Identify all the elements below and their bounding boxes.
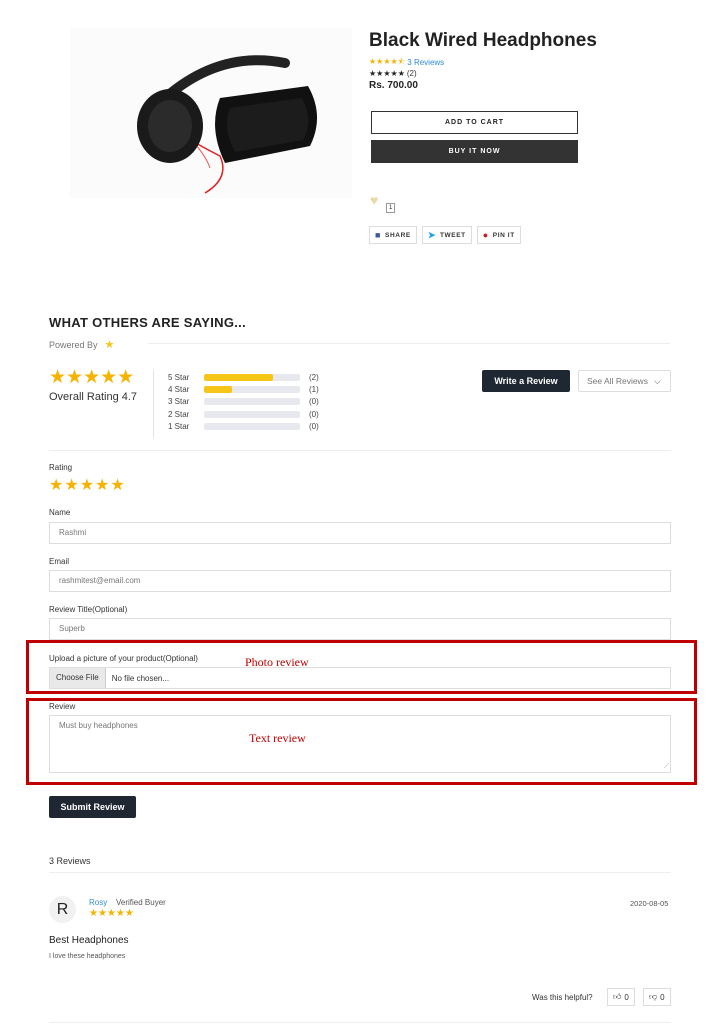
bar-label: 5 Star [168,372,190,382]
buy-now-button[interactable]: BUY IT NOW [371,140,578,163]
bar-label: 2 Star [168,409,190,419]
social-share: ■ SHARE ➤ TWEET ● PIN IT [369,226,521,244]
share-label: SHARE [385,231,411,239]
avatar: R [49,896,76,923]
thumbs-up-button[interactable]: 👍︎ 0 [607,988,635,1006]
rating-bar-row: 5 Star (2) [168,371,319,383]
divider [49,450,671,451]
bar-track [204,422,300,430]
overall-rating: Overall Rating 4.7 [49,391,138,403]
bar-label: 3 Star [168,397,190,407]
rating-bar-row: 3 Star (0) [168,396,319,408]
headphones-image [70,28,352,198]
review-date: 2020-08-05 [630,899,669,908]
bar-count: (0) [309,421,319,431]
bar-count: (1) [309,384,319,394]
divider [153,370,154,438]
facebook-icon: ■ [375,230,382,240]
tweet-label: TWEET [439,231,466,239]
email-field[interactable]: rashmitest@email.com [49,570,671,592]
divider [49,872,671,873]
bar-label: 1 Star [168,421,190,431]
verified-buyer-badge: Verified Buyer [116,898,166,907]
bar-label: 4 Star [168,384,190,394]
powered-by: Powered By ★ [49,338,114,351]
downvote-count: 0 [660,992,665,1002]
bar-fill [204,373,274,381]
upvote-count: 0 [624,992,629,1002]
bar-fill [204,385,232,393]
overall-stars: ★★★★★ [49,367,135,388]
rating-stars: ★★★★⯪ [369,57,406,66]
rating-breakdown: 5 Star (2) 4 Star (1) 3 Star (0) 2 Star … [168,371,319,432]
twitter-share-button[interactable]: ➤ TWEET [421,226,472,244]
twitter-icon: ➤ [427,229,436,240]
review-title-label: Review Title(Optional) [49,605,128,614]
text-review-annotation [26,698,697,785]
name-field[interactable]: Rashmi [49,522,671,544]
rating-count: (2) [406,68,417,78]
wishlist-count: 1 [386,203,396,213]
chevron-down-icon: ⌵ [653,375,661,386]
rating-bar-row: 4 Star (1) [168,383,319,395]
powered-by-label: Powered By [49,339,98,350]
rating-label: Rating [49,463,73,472]
product-price: Rs. 700.00 [369,80,418,91]
rating-stars-secondary: ★★★★★ [369,68,405,78]
pinterest-icon: ● [482,230,489,240]
thumbs-up-icon: 👍︎ [613,992,622,1001]
wishlist[interactable]: ♥ 1 [370,192,396,213]
heart-icon[interactable]: ♥ [370,192,378,208]
review-title-field[interactable]: Superb [49,618,671,640]
bar-track [204,385,300,393]
text-review-annotation-label: Text review [249,731,306,745]
rating-bar-row: 2 Star (0) [168,408,319,420]
see-all-label: See All Reviews [587,376,648,386]
see-all-reviews-dropdown[interactable]: See All Reviews ⌵ [578,370,671,392]
pin-label: PIN IT [492,231,515,239]
divider [49,1022,671,1023]
email-label: Email [49,557,70,566]
product-title: Black Wired Headphones [369,30,597,51]
provider-logo-icon: ★ [104,339,115,351]
product-rating: ★★★★⯪ 3 Reviews [369,57,669,67]
bar-count: (0) [309,409,319,419]
product-image[interactable] [70,28,352,198]
reviews-heading: WHAT OTHERS ARE SAYING... [49,315,246,330]
bar-count: (0) [309,397,319,407]
thumbs-down-button[interactable]: 👎︎ 0 [643,988,671,1006]
divider [148,343,670,344]
reviews-link[interactable]: 3 Reviews [407,58,444,67]
bar-track [204,398,300,406]
bar-track [204,410,300,418]
review-title: Best Headphones [49,935,129,946]
photo-review-annotation-label: Photo review [245,655,309,669]
product-rating-secondary: ★★★★★ (2) [369,68,669,78]
helpful-label: Was this helpful? [532,993,593,1002]
product-info: Black Wired Headphones ★★★★⯪ 3 Reviews ★… [369,30,669,91]
facebook-share-button[interactable]: ■ SHARE [369,226,417,244]
pinterest-share-button[interactable]: ● PIN IT [476,226,521,244]
rating-input-stars[interactable]: ★★★★★ [49,478,126,494]
bar-track [204,373,300,381]
review-count-heading: 3 Reviews [49,856,91,866]
submit-review-button[interactable]: Submit Review [49,796,136,818]
add-to-cart-button[interactable]: ADD TO CART [371,111,578,134]
write-review-button[interactable]: Write a Review [482,370,570,392]
review-author: Rosy [89,898,108,907]
bar-count: (2) [309,372,319,382]
thumbs-down-icon: 👎︎ [649,992,658,1001]
review-body: I love these headphones [49,953,126,960]
name-label: Name [49,508,71,517]
photo-review-annotation [26,640,697,694]
rating-bar-row: 1 Star (0) [168,420,319,432]
review-stars: ★★★★★ [89,908,134,919]
